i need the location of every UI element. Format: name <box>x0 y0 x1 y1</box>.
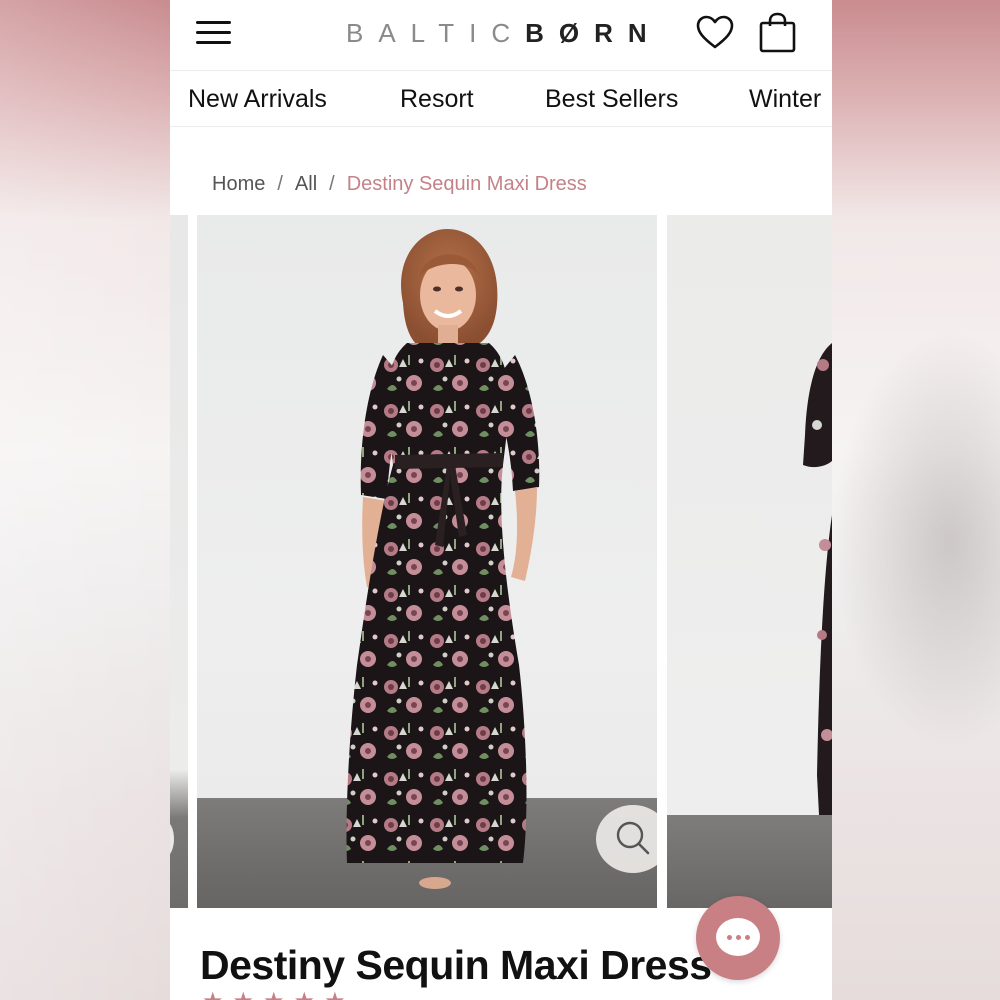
logo-text-light: BALTIC <box>346 18 526 48</box>
shopping-bag-icon[interactable] <box>758 12 798 54</box>
hamburger-menu-icon[interactable] <box>196 19 232 47</box>
star-icon: ★ <box>324 990 346 1000</box>
breadcrumb-all[interactable]: All <box>295 173 317 195</box>
star-icon: ★ <box>202 990 224 1000</box>
breadcrumb-home[interactable]: Home <box>212 173 265 195</box>
zoom-button[interactable] <box>596 805 657 873</box>
product-main-image[interactable] <box>197 215 657 908</box>
star-icon: ★ <box>263 990 285 1000</box>
magnifier-icon <box>616 821 650 855</box>
mobile-page: BALTICBØRN New Arrivals Resort Best Sell… <box>170 0 832 1000</box>
star-icon: ★ <box>294 990 316 1000</box>
model-partial-illustration <box>803 343 832 815</box>
logo-text-bold: BØRN <box>525 18 662 48</box>
breadcrumb-separator: / <box>277 173 283 195</box>
nav-item-new-arrivals[interactable]: New Arrivals <box>188 82 327 116</box>
carousel-next-slide[interactable] <box>667 215 832 908</box>
nav-item-winter[interactable]: Winter <box>749 82 821 116</box>
background-blur-left <box>0 0 170 1000</box>
chat-bubble-icon <box>716 918 760 956</box>
carousel-prev-slide[interactable] <box>170 215 188 908</box>
breadcrumb-separator: / <box>329 173 335 195</box>
breadcrumb: Home / All / Destiny Sequin Maxi Dress <box>212 168 587 200</box>
background-blur-right <box>832 330 1000 750</box>
product-title: Destiny Sequin Maxi Dress <box>200 942 712 988</box>
star-icon: ★ <box>233 990 255 1000</box>
chat-button[interactable] <box>696 896 780 980</box>
site-header: BALTICBØRN <box>170 0 832 70</box>
rating-stars[interactable]: ★ ★ ★ ★ ★ <box>202 990 355 1000</box>
heart-icon[interactable] <box>695 14 735 52</box>
brand-logo[interactable]: BALTICBØRN <box>346 16 662 50</box>
breadcrumb-current: Destiny Sequin Maxi Dress <box>346 173 587 195</box>
product-image-carousel[interactable] <box>170 215 832 908</box>
nav-item-best-sellers[interactable]: Best Sellers <box>545 82 678 116</box>
model-in-dress-illustration <box>346 229 540 889</box>
category-nav: New Arrivals Resort Best Sellers Winter <box>170 70 832 127</box>
nav-item-resort[interactable]: Resort <box>400 82 474 116</box>
